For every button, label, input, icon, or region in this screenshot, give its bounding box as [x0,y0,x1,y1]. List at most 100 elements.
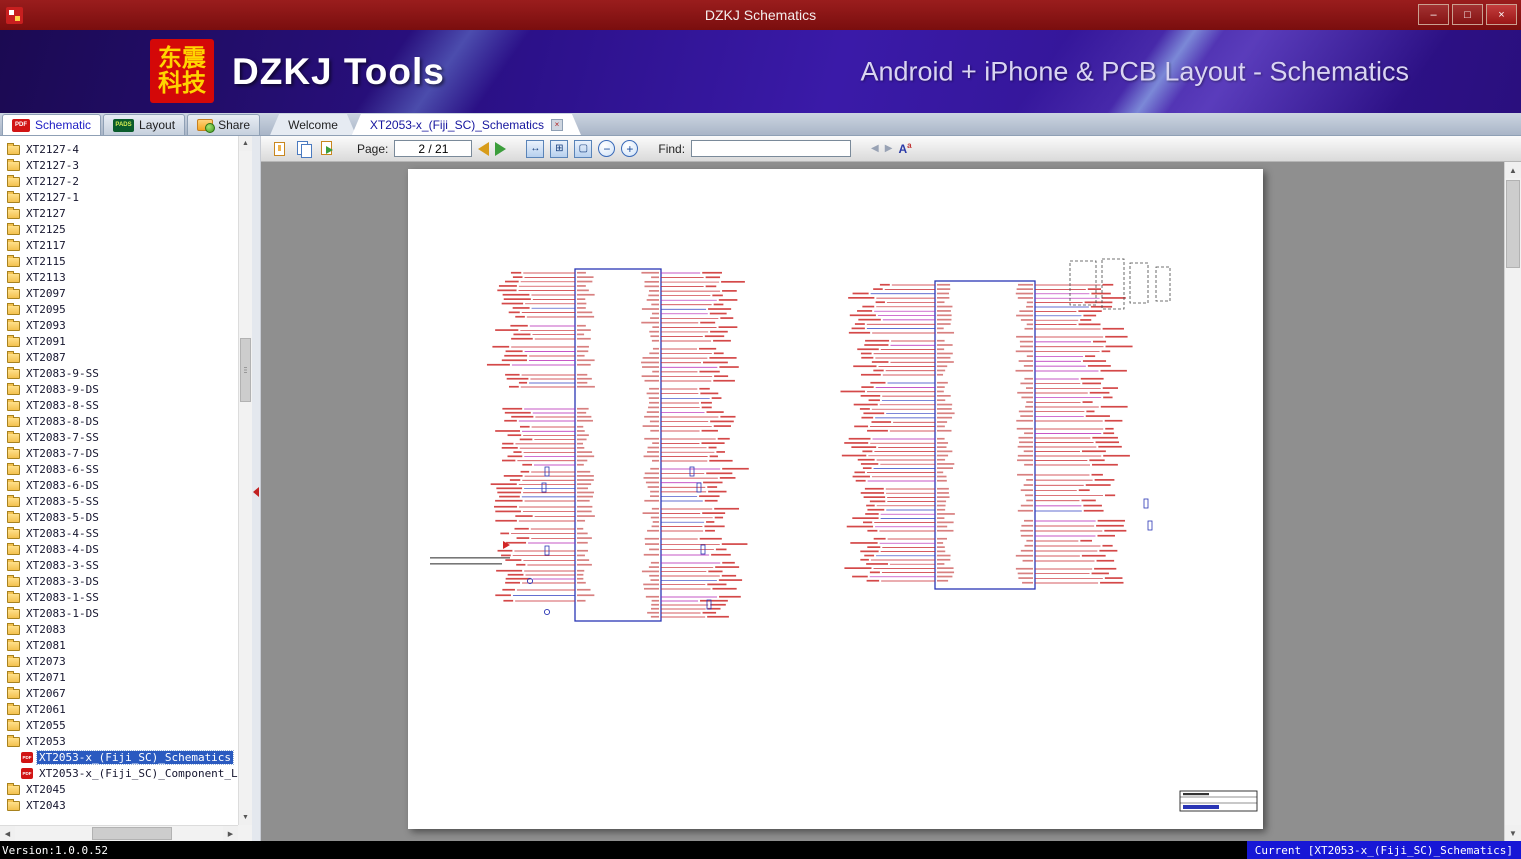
tab-schematic[interactable]: PDF Schematic [2,114,102,135]
tree-item[interactable]: XT2083-8-DS [0,413,238,429]
tree-item[interactable]: XT2115 [0,253,238,269]
tree-item[interactable]: XT2083-9-DS [0,381,238,397]
match-case-icon[interactable]: Aa [898,141,911,156]
tree-item[interactable]: XT2083 [0,621,238,637]
tree-item[interactable]: XT2081 [0,637,238,653]
page-number-input[interactable] [394,140,473,157]
tree-item[interactable]: XT2083-6-DS [0,477,238,493]
tree-item[interactable]: XT2097 [0,285,238,301]
tree-item[interactable]: XT2117 [0,237,238,253]
tree-item[interactable]: XT2095 [0,301,238,317]
tree-item[interactable]: XT2113 [0,269,238,285]
close-tab-icon[interactable]: × [551,119,563,131]
tree-item-label: XT2067 [26,686,66,700]
close-button[interactable]: × [1486,4,1517,25]
tree-item[interactable]: XT2071 [0,669,238,685]
tree-item[interactable]: XT2061 [0,701,238,717]
tree-item[interactable]: XT2067 [0,685,238,701]
tree-item[interactable]: XT2083-3-DS [0,573,238,589]
doc-tab-label: XT2053-x_(Fiji_SC)_Schematics [369,117,544,132]
status-bar: Version:1.0.0.52 Current [XT2053-x_(Fiji… [0,841,1521,859]
scrollbar-corner [238,825,252,841]
tree-item[interactable]: XT2127-1 [0,189,238,205]
tab-share[interactable]: Share [187,114,261,135]
tree-item[interactable]: XT2127-3 [0,157,238,173]
zoom-out-icon[interactable]: − [598,140,616,157]
find-label: Find: [658,141,686,156]
tree-item-label: XT2127-1 [26,190,79,204]
tree-item[interactable]: XT2127-2 [0,173,238,189]
maximize-button[interactable]: □ [1452,4,1483,25]
doc-tab-welcome[interactable]: Welcome [270,114,356,135]
tab-layout[interactable]: PADS Layout [103,114,186,135]
tree-item[interactable]: XT2093 [0,317,238,333]
tree-item[interactable]: XT2053 [0,733,238,749]
pdf-canvas-area [261,162,1504,841]
tree-item[interactable]: XT2091 [0,333,238,349]
tree-item[interactable]: XT2083-1-DS [0,605,238,621]
sidebar-splitter[interactable] [252,136,261,841]
scroll-right-icon[interactable]: ▶ [223,826,238,841]
folder-icon [7,430,20,443]
tree-item[interactable]: XT2083-5-DS [0,509,238,525]
single-page-icon[interactable] [271,140,289,158]
scroll-up-icon[interactable]: ▲ [1505,162,1521,178]
folder-icon [7,446,20,459]
tree-item[interactable]: XT2073 [0,653,238,669]
schematic-page[interactable] [408,169,1263,829]
fit-width-icon[interactable]: ↔ [526,139,545,158]
scroll-up-icon[interactable]: ▲ [239,136,252,151]
tree-item-label: XT2127 [26,206,66,220]
tree-item[interactable]: XT2083-6-SS [0,461,238,477]
doc-tab-xt2053-x-fiji-sc-schematics[interactable]: XT2053-x_(Fiji_SC)_Schematics × [352,114,581,135]
tree-item[interactable]: XT2125 [0,221,238,237]
header-banner: 东震 科技 DZKJ Tools Android + iPhone & PCB … [0,30,1521,113]
tree-item-label: XT2095 [26,302,66,316]
actual-size-icon[interactable]: ▢ [574,139,593,158]
continuous-pages-icon[interactable] [319,140,337,158]
find-input[interactable] [691,140,852,157]
tree-item[interactable]: XT2127 [0,205,238,221]
tree-item[interactable]: XT2127-4 [0,141,238,157]
zoom-in-icon[interactable]: + [621,140,639,157]
previous-page-icon[interactable] [478,141,490,156]
tree-item[interactable]: XT2083-4-DS [0,541,238,557]
next-page-icon[interactable] [495,141,507,156]
folder-icon [7,622,20,635]
folder-icon [7,478,20,491]
scroll-down-icon[interactable]: ▼ [239,810,252,825]
tree-item[interactable]: XT2083-1-SS [0,589,238,605]
tree-item[interactable]: XT2045 [0,781,238,797]
tree-item[interactable]: XT2055 [0,717,238,733]
tree-item[interactable]: XT2083-9-SS [0,365,238,381]
tree-item[interactable]: XT2087 [0,349,238,365]
tree-item[interactable]: XT2083-4-SS [0,525,238,541]
tree-item[interactable]: XT2083-3-SS [0,557,238,573]
scroll-down-icon[interactable]: ▼ [1505,825,1521,841]
tree-item[interactable]: XT2083-5-SS [0,493,238,509]
scroll-left-icon[interactable]: ◀ [0,826,15,841]
find-next-icon[interactable]: ▶ [885,143,893,154]
tree-item[interactable]: XT2083-8-SS [0,397,238,413]
folder-icon [7,398,20,411]
tree-item[interactable]: XT2043 [0,797,238,813]
scrollbar-thumb[interactable] [1506,180,1520,268]
collapse-sidebar-icon[interactable] [253,487,259,497]
tree-item[interactable]: PDF XT2053-x_(Fiji_SC)_Schematics [0,749,238,765]
folder-icon [7,670,20,683]
scrollbar-thumb[interactable] [240,338,251,402]
tree-item-label: XT2125 [26,222,66,236]
tab-strip: PDF Schematic PADS Layout Share Welcome XT205… [0,113,1521,136]
minimize-button[interactable]: – [1418,4,1449,25]
fit-page-icon[interactable]: ⊞ [550,139,569,158]
scrollbar-thumb[interactable] [92,827,172,840]
tree-item[interactable]: PDF XT2053-x_(Fiji_SC)_Component_Loc [0,765,238,781]
tree-item[interactable]: XT2083-7-SS [0,429,238,445]
pdf-file-icon: PDF [21,751,33,763]
tree-item[interactable]: XT2083-7-DS [0,445,238,461]
tree-item-label: XT2083-6-DS [26,478,99,492]
folder-icon [7,718,20,731]
facing-pages-icon[interactable] [295,140,313,158]
folder-icon [7,638,20,651]
find-previous-icon[interactable]: ◀ [871,143,879,154]
